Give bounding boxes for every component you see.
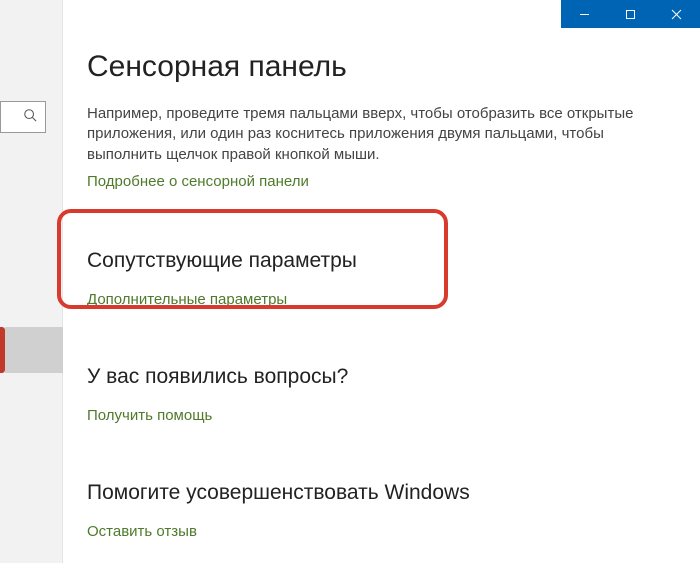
sidebar <box>0 0 63 563</box>
feedback-heading: Помогите усовершенствовать Windows <box>87 481 676 505</box>
learn-more-link[interactable]: Подробнее о сенсорной панели <box>87 173 309 190</box>
search-icon <box>23 108 37 127</box>
additional-params-link[interactable]: Дополнительные параметры <box>87 291 287 308</box>
search-input[interactable] <box>0 101 46 133</box>
maximize-button[interactable] <box>607 0 653 28</box>
window-controls <box>561 0 700 28</box>
questions-heading: У вас появились вопросы? <box>87 365 676 389</box>
main-content: Сенсорная панель Например, проведите тре… <box>63 0 700 563</box>
page-description: Например, проведите тремя пальцами вверх… <box>87 104 667 165</box>
get-help-link[interactable]: Получить помощь <box>87 407 212 424</box>
minimize-button[interactable] <box>561 0 607 28</box>
feedback-link[interactable]: Оставить отзыв <box>87 523 197 540</box>
related-heading: Сопутствующие параметры <box>87 249 676 273</box>
close-button[interactable] <box>653 0 699 28</box>
nav-active-item[interactable] <box>5 327 63 373</box>
page-title: Сенсорная панель <box>87 50 676 84</box>
